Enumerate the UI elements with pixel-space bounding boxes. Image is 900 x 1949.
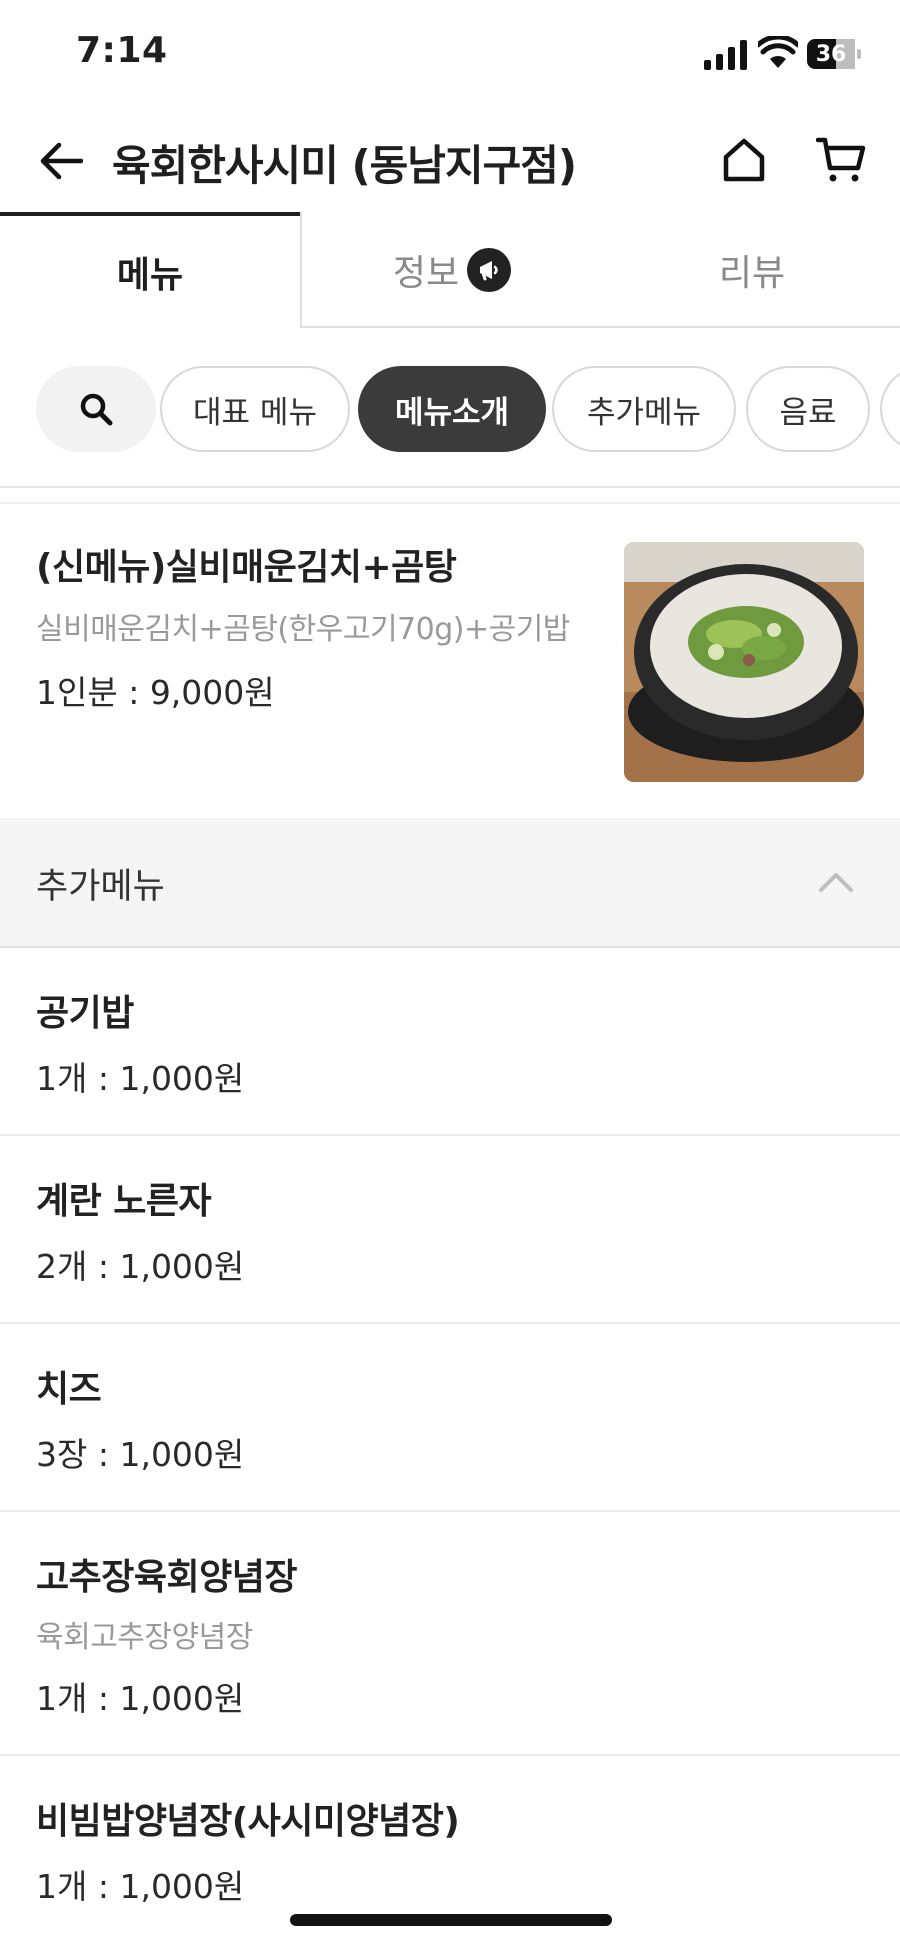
battery-level: 36 (815, 41, 847, 67)
chevron-up-icon (819, 873, 853, 892)
food-photo (624, 542, 864, 782)
item-name: 공기밥 (36, 993, 134, 1034)
status-bar: 7:14 36 (0, 0, 900, 110)
collapse-button[interactable] (812, 862, 860, 902)
search-icon (80, 393, 113, 426)
status-time: 7:14 (76, 30, 168, 71)
item-price: 1인분 : 9,000원 (36, 673, 275, 712)
item-name: 고추장육회양념장 (36, 1557, 297, 1598)
item-price: 2개 : 1,000원 (36, 1247, 245, 1286)
chip-label: 대표 메뉴 (193, 394, 317, 431)
wifi-icon (758, 36, 798, 68)
tab-menu-label: 메뉴 (116, 255, 184, 296)
section-title: 추가메뉴 (36, 867, 165, 907)
menu-item-featured[interactable]: (신메뉴)실비매운김치+곰탕 실비매운김치+곰탕(한우고기70g)+공기밥 1인… (0, 504, 900, 818)
chip-label: 추가메뉴 (586, 394, 702, 431)
item-name: (신메뉴)실비매운김치+곰탕 (36, 547, 457, 588)
chip-drinks[interactable]: 음료 (746, 366, 870, 452)
menu-search-button[interactable] (36, 366, 156, 452)
chip-extra-menu[interactable]: 추가메뉴 (552, 366, 736, 452)
item-price: 1개 : 1,000원 (36, 1679, 245, 1718)
item-name: 계란 노른자 (36, 1181, 212, 1222)
item-price: 1개 : 1,000원 (36, 1059, 245, 1098)
cart-icon (816, 137, 866, 182)
category-chips: 대표 메뉴 메뉴소개 추가메뉴 음료 (0, 366, 900, 454)
item-price: 3장 : 1,000원 (36, 1435, 245, 1474)
item-description: 실비매운김치+곰탕(한우고기70g)+공기밥 (36, 612, 570, 647)
battery-icon: 36 (806, 38, 862, 70)
home-icon (723, 138, 765, 182)
divider (0, 486, 900, 488)
store-tabs: 메뉴 정보 리뷰 (0, 212, 900, 330)
chip-more[interactable] (880, 366, 900, 452)
cart-button[interactable] (812, 132, 870, 188)
back-button[interactable] (34, 134, 88, 188)
chip-label: 음료 (779, 394, 837, 431)
section-header-extra-menu[interactable]: 추가메뉴 (0, 818, 900, 948)
menu-item[interactable]: 치즈 3장 : 1,000원 (0, 1324, 900, 1512)
item-price: 1개 : 1,000원 (36, 1867, 245, 1906)
tab-info[interactable]: 정보 (302, 212, 602, 328)
menu-item[interactable]: 계란 노른자 2개 : 1,000원 (0, 1136, 900, 1324)
menu-item[interactable]: 공기밥 1개 : 1,000원 (0, 948, 900, 1136)
tab-info-label: 정보 (392, 253, 460, 294)
tab-menu[interactable]: 메뉴 (0, 212, 300, 328)
item-name: 치즈 (36, 1369, 102, 1410)
home-indicator[interactable] (290, 1914, 612, 1926)
item-name: 비빔밥양념장(사시미양념장) (36, 1801, 460, 1842)
chip-label: 메뉴소개 (394, 394, 510, 431)
app-header: 육회한사시미 (동남지구점) (0, 110, 900, 214)
chip-signature-menu[interactable]: 대표 메뉴 (160, 366, 350, 452)
cellular-signal-icon (704, 40, 747, 70)
chip-menu-intro[interactable]: 메뉴소개 (358, 366, 546, 452)
tab-review-label: 리뷰 (718, 253, 786, 294)
arrow-left-icon (40, 142, 83, 180)
tab-review[interactable]: 리뷰 (602, 212, 900, 328)
menu-item[interactable]: 고추장육회양념장 육회고추장양념장 1개 : 1,000원 (0, 1512, 900, 1756)
tab-bar-rest: 정보 리뷰 (300, 212, 900, 328)
item-description: 육회고추장양념장 (36, 1620, 253, 1655)
megaphone-icon (467, 248, 512, 292)
store-title: 육회한사시미 (동남지구점) (112, 141, 577, 190)
home-button[interactable] (716, 132, 772, 188)
